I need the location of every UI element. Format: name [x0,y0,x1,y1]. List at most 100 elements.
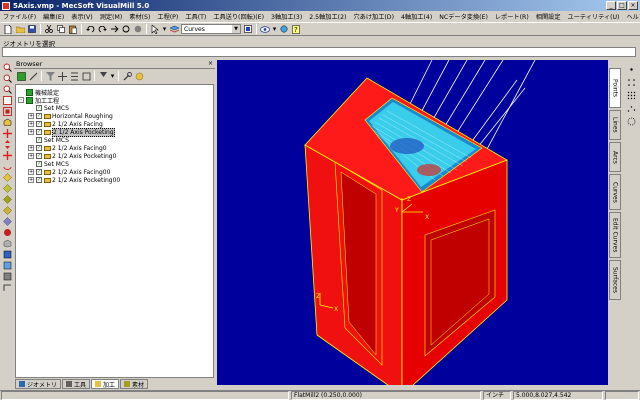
zoom-box-icon[interactable] [2,106,12,116]
graphics-viewport[interactable]: Y X Z Z X [217,60,608,385]
menu-post[interactable]: NCデータ変換(E) [439,12,488,21]
tab-arcs[interactable]: Arcs [609,142,621,172]
redo-icon[interactable] [97,24,107,34]
browser-close-button[interactable]: × [208,60,213,67]
point-curve-icon[interactable] [626,103,636,113]
zoom-window-icon[interactable] [2,73,12,83]
browser-options-icon[interactable] [28,71,38,81]
tab-lines[interactable]: Lines [609,110,621,140]
stock-display-icon[interactable] [2,271,12,281]
select-arrow-icon[interactable] [150,24,160,34]
tree-item-set-mcs[interactable]: ✓ Set MCS [36,104,69,112]
expand-icon[interactable]: + [28,145,34,151]
expand-icon[interactable]: + [28,113,34,119]
tree-item-set-mcs[interactable]: ✓ Set MCS [36,160,69,168]
dynamic-rotate-icon[interactable] [2,150,12,160]
simulate-icon[interactable] [69,71,79,81]
dropdown-arrow-icon[interactable]: ▾ [162,24,167,34]
menu-file[interactable]: ファイル(F) [3,12,36,21]
view-top-icon[interactable] [2,172,12,182]
paste-icon[interactable] [68,24,78,34]
view-front-icon[interactable] [2,183,12,193]
view-eye-icon[interactable] [260,24,270,34]
tab-machining[interactable]: 加工 [91,379,120,389]
zoom-extents-icon[interactable] [2,95,12,105]
view-bottom-icon[interactable] [2,205,12,215]
expand-icon[interactable]: + [28,129,34,135]
menu-settings[interactable]: 相関設定 [536,12,561,21]
tree-item-process[interactable]: - 加工工程 [18,96,59,105]
regenerate-icon[interactable] [109,24,119,34]
machine-setup-icon[interactable] [16,71,26,81]
shade-icon[interactable] [279,24,289,34]
expand-icon[interactable]: + [28,177,34,183]
open-folder-icon[interactable] [15,24,25,34]
zoom-in-icon[interactable] [2,62,12,72]
tree-item-operation[interactable]: + ✓ 2 1/2 Axis Facing00 [28,168,110,176]
sort-dropdown-icon[interactable]: ▾ [110,71,115,81]
generate-toolpath-icon[interactable] [57,71,67,81]
menu-stock[interactable]: 素材(S) [129,12,150,21]
refresh-icon[interactable] [121,24,131,34]
tree-item-set-mcs[interactable]: ✓ Set MCS [36,136,69,144]
maximize-button[interactable]: □ [617,1,627,10]
menu-measure[interactable]: 測定(M) [100,12,123,21]
view-left-icon[interactable] [2,216,12,226]
view-right-icon[interactable] [2,194,12,204]
menu-feeds[interactable]: 工具送り(回転)(E) [213,12,264,21]
undo-icon[interactable] [85,24,95,34]
view-back-icon[interactable] [2,227,12,237]
menu-report[interactable]: レポート(R) [495,12,529,21]
help-icon[interactable]: ? [291,24,301,34]
stop-icon[interactable] [133,24,143,34]
point-circle-icon[interactable] [626,116,636,126]
menu-help[interactable]: ヘルプ(H) [626,12,640,21]
tree-item-operation[interactable]: + ✓ Horizontal Roughing [28,112,113,120]
view-dropdown-icon[interactable]: ▾ [272,24,277,34]
minimize-button[interactable]: _ [606,1,616,10]
layer-combo-dropdown-icon[interactable]: ▼ [232,25,240,33]
menu-25axis[interactable]: 2.5軸加工(2) [309,12,346,21]
point-grid-icon[interactable] [626,77,636,87]
menu-edit[interactable]: 編集(E) [43,12,64,21]
render-icon[interactable] [2,260,12,270]
layer-combo[interactable]: Curves ▼ [181,24,241,34]
menu-tools[interactable]: 工具(T) [185,12,206,21]
wireframe-icon[interactable] [2,238,12,248]
tab-curves[interactable]: Curves [609,174,621,210]
menu-3axis[interactable]: 3軸加工(3) [271,12,302,21]
point-array-icon[interactable] [626,90,636,100]
post-process-icon[interactable] [81,71,91,81]
menu-view[interactable]: 表示(V) [71,12,92,21]
menu-utilities[interactable]: ユーティリティ(U) [568,12,620,21]
close-button[interactable]: × [628,1,638,10]
tree-item-operation[interactable]: + ✓ 2 1/2 Axis Pocketing00 [28,176,120,184]
expand-icon[interactable]: + [28,121,34,127]
pan-icon[interactable] [2,128,12,138]
spin-icon[interactable] [2,161,12,171]
tree-item-operation[interactable]: + ✓ 2 1/2 Axis Pocketing0 [28,152,116,160]
tab-tools[interactable]: 工具 [62,379,91,389]
menu-process[interactable]: 工程(P) [157,12,178,21]
view-iso-icon[interactable] [2,117,12,127]
menu-4axis[interactable]: 4軸加工(4) [401,12,432,21]
zoom-out-icon[interactable] [2,84,12,94]
expand-icon[interactable]: + [28,169,34,175]
expand-icon[interactable]: + [28,153,34,159]
tab-surfaces[interactable]: Surfaces [609,260,621,300]
point-icon[interactable] [626,64,636,74]
new-file-icon[interactable] [3,24,13,34]
tree-item-operation[interactable]: + ✓ 2 1/2 Axis Facing0 [28,144,107,152]
tool-settings-icon[interactable] [134,71,144,81]
cut-icon[interactable] [44,24,54,34]
wrench-icon[interactable] [122,71,132,81]
menu-drilling[interactable]: 穴あけ加工(D) [353,12,394,21]
tab-edit-curves[interactable]: Edit Curves [609,212,621,258]
filter-icon[interactable] [45,71,55,81]
toolpath-display-icon[interactable] [2,282,12,292]
shaded-icon[interactable] [2,249,12,259]
tab-points[interactable]: Points [609,68,621,108]
sort-icon[interactable] [98,71,108,81]
save-icon[interactable] [27,24,37,34]
tab-stock[interactable]: 素材 [120,379,149,389]
